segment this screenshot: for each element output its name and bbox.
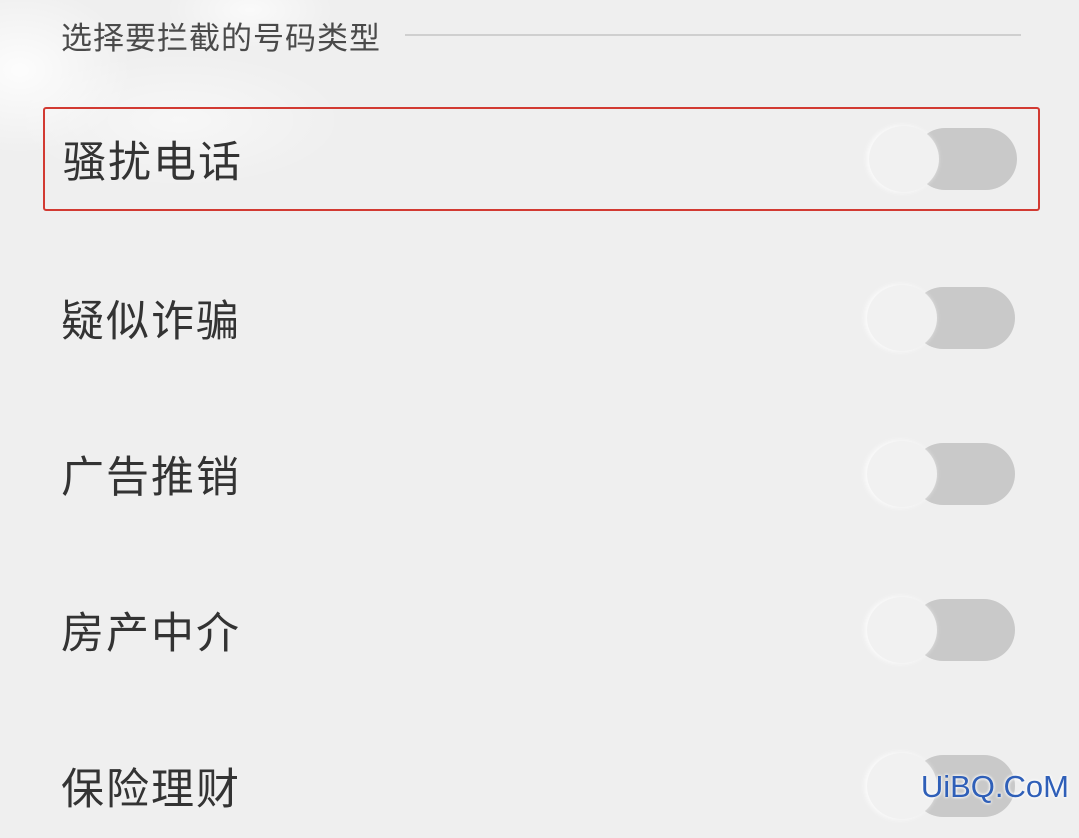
fraud-toggle-switch[interactable] bbox=[867, 285, 1017, 351]
block-type-row-real-estate[interactable]: 房产中介 bbox=[43, 578, 1040, 682]
block-type-label: 房产中介 bbox=[61, 609, 241, 659]
toggle-knob bbox=[867, 285, 937, 351]
real-estate-toggle-switch[interactable] bbox=[867, 597, 1017, 663]
block-type-row-advertising[interactable]: 广告推销 bbox=[43, 422, 1040, 526]
section-header: 选择要拦截的号码类型 bbox=[61, 12, 1021, 58]
block-type-row-harassment[interactable]: 骚扰电话 bbox=[43, 107, 1040, 211]
toggle-knob bbox=[867, 597, 937, 663]
block-type-label: 骚扰电话 bbox=[63, 138, 243, 188]
toggle-knob bbox=[867, 441, 937, 507]
section-title: 选择要拦截的号码类型 bbox=[61, 20, 381, 57]
block-type-row-insurance[interactable]: 保险理财 bbox=[43, 734, 1040, 838]
toggle-knob bbox=[869, 126, 939, 192]
block-type-label: 疑似诈骗 bbox=[61, 297, 241, 347]
section-divider bbox=[405, 34, 1021, 36]
block-type-label: 广告推销 bbox=[61, 453, 241, 503]
block-type-row-fraud[interactable]: 疑似诈骗 bbox=[43, 266, 1040, 370]
watermark-text: UiBQ.CoM bbox=[920, 769, 1069, 804]
advertising-toggle-switch[interactable] bbox=[867, 441, 1017, 507]
harassment-toggle-switch[interactable] bbox=[869, 126, 1019, 192]
block-type-label: 保险理财 bbox=[61, 765, 241, 815]
